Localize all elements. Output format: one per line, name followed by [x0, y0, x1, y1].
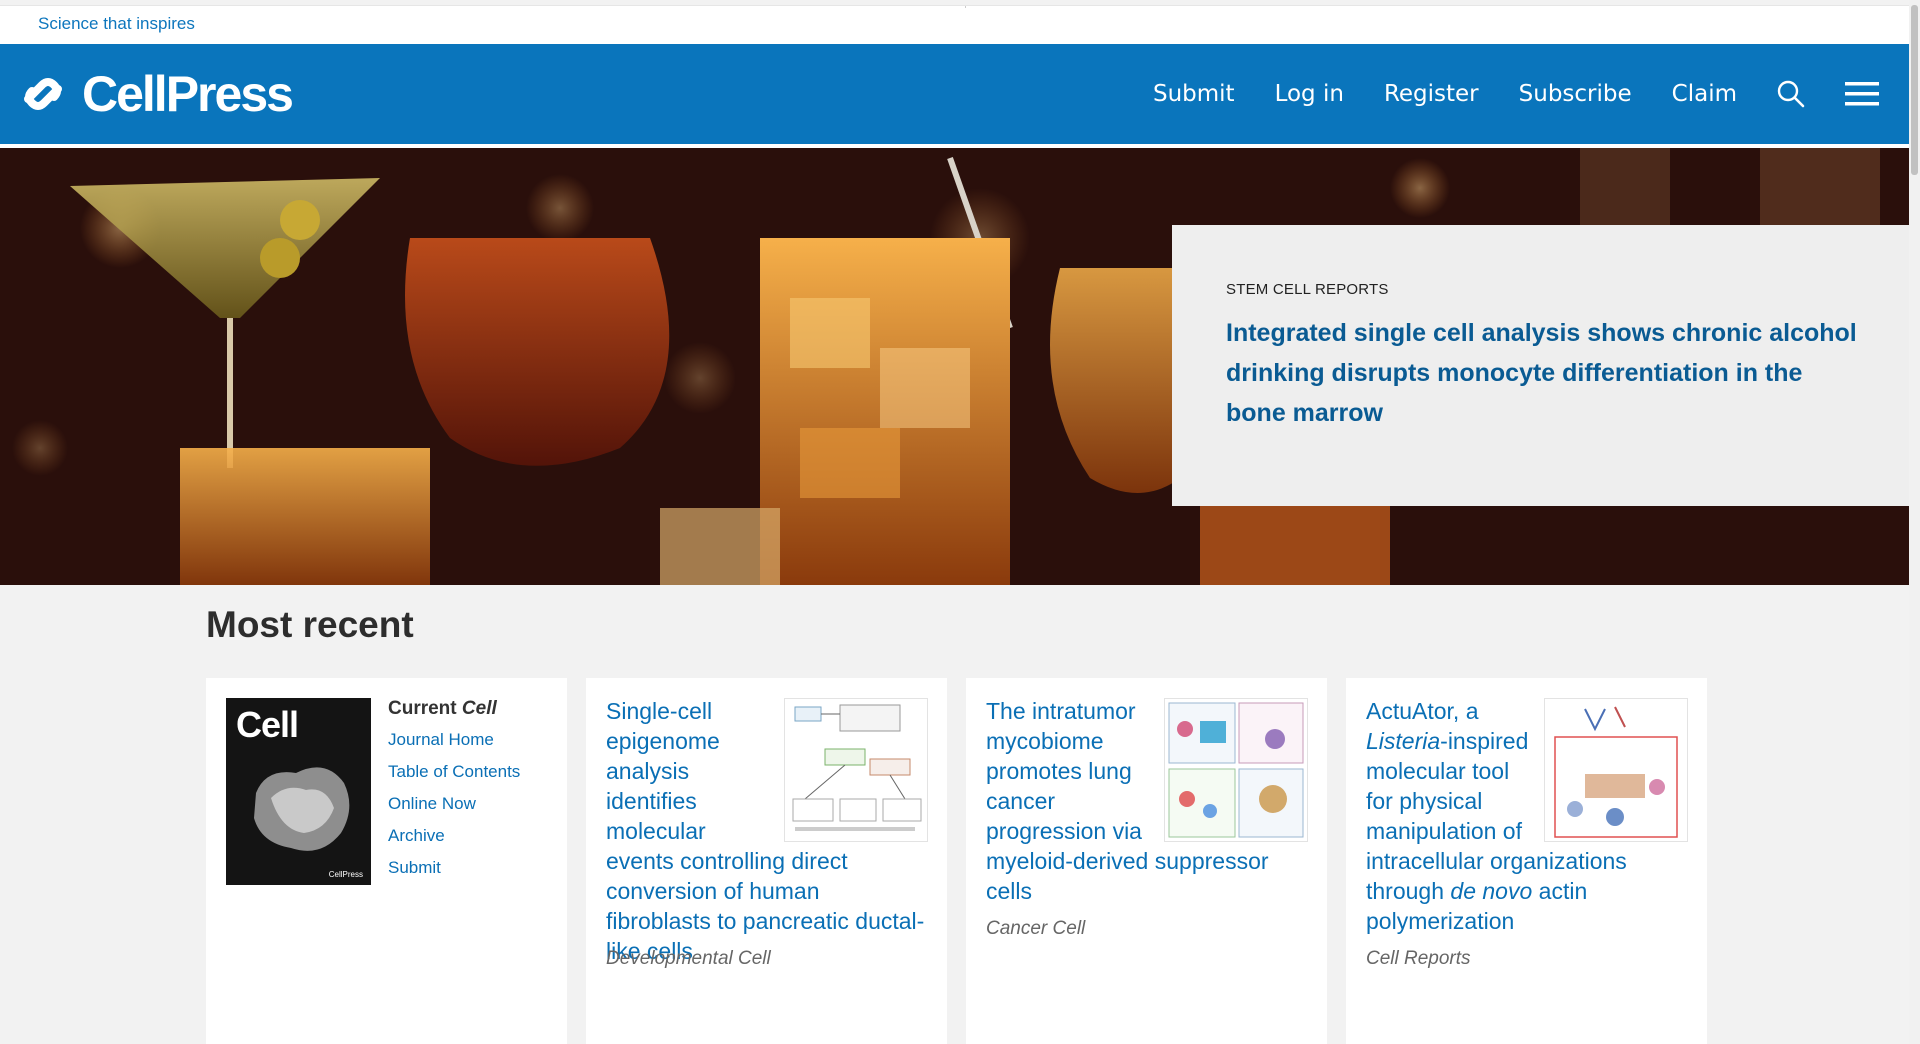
current-journal-card: Cell CellPress Current Cell Journal Home…	[206, 678, 567, 1044]
journal-cover-image[interactable]: Cell CellPress	[226, 698, 371, 885]
nav-subscribe[interactable]: Subscribe	[1519, 81, 1632, 107]
nav-claim[interactable]: Claim	[1672, 81, 1737, 107]
nav-submit[interactable]: Submit	[1153, 81, 1235, 107]
cover-brand: CellPress	[328, 870, 363, 879]
current-journal-title: Current Cell	[388, 698, 497, 719]
most-recent-heading: Most recent	[206, 604, 414, 645]
featured-journal-label: STEM CELL REPORTS	[1226, 281, 1389, 298]
article-journal: Cancer Cell	[986, 918, 1086, 939]
cellpress-logo[interactable]: CellPress	[20, 66, 294, 122]
scrollbar[interactable]	[1909, 0, 1920, 1044]
top-divider	[965, 6, 966, 8]
article-title-link[interactable]: ActuAtor, a Listeria-inspired molecular …	[1366, 696, 1688, 936]
main-nav: Submit Log in Register Subscribe Claim	[1153, 44, 1909, 144]
featured-article-title[interactable]: Integrated single cell analysis shows ch…	[1226, 313, 1866, 433]
search-icon	[1777, 80, 1805, 108]
article-card: Single-cell epigenome analysis identifie…	[586, 678, 947, 1044]
article-title-link[interactable]: Single-cell epigenome analysis identifie…	[606, 696, 928, 966]
article-card: ActuAtor, a Listeria-inspired molecular …	[1346, 678, 1707, 1044]
menu-button[interactable]	[1845, 81, 1879, 107]
search-button[interactable]	[1777, 80, 1805, 108]
cover-artwork	[254, 767, 350, 851]
graphical-abstract-thumbnail[interactable]	[1544, 698, 1688, 842]
nav-login[interactable]: Log in	[1275, 81, 1344, 107]
top-bar: Science that inspires	[0, 5, 1909, 45]
menu-icon	[1845, 82, 1879, 106]
journal-links: Current Cell Journal Home Table of Conte…	[388, 698, 520, 890]
header: CellPress Submit Log in Register Subscri…	[0, 44, 1909, 148]
cellpress-logo-icon	[24, 78, 62, 110]
featured-article-card[interactable]: STEM CELL REPORTS Integrated single cell…	[1172, 225, 1909, 506]
nav-register[interactable]: Register	[1384, 81, 1479, 107]
graphical-abstract-thumbnail[interactable]	[784, 698, 928, 842]
link-submit[interactable]: Submit	[388, 858, 520, 878]
scrollbar-thumb[interactable]	[1911, 5, 1918, 175]
link-archive[interactable]: Archive	[388, 826, 520, 846]
article-card: The intratumor mycobiome promotes lung c…	[966, 678, 1327, 1044]
article-journal: Cell Reports	[1366, 948, 1471, 969]
hero-banner[interactable]: STEM CELL REPORTS Integrated single cell…	[0, 148, 1909, 585]
tagline-link[interactable]: Science that inspires	[38, 14, 195, 34]
article-journal: Developmental Cell	[606, 948, 771, 969]
brand-name: CellPress	[82, 66, 294, 122]
link-table-of-contents[interactable]: Table of Contents	[388, 762, 520, 782]
article-title-link[interactable]: The intratumor mycobiome promotes lung c…	[986, 696, 1308, 906]
link-online-now[interactable]: Online Now	[388, 794, 520, 814]
link-journal-home[interactable]: Journal Home	[388, 730, 520, 750]
graphical-abstract-thumbnail[interactable]	[1164, 698, 1308, 842]
